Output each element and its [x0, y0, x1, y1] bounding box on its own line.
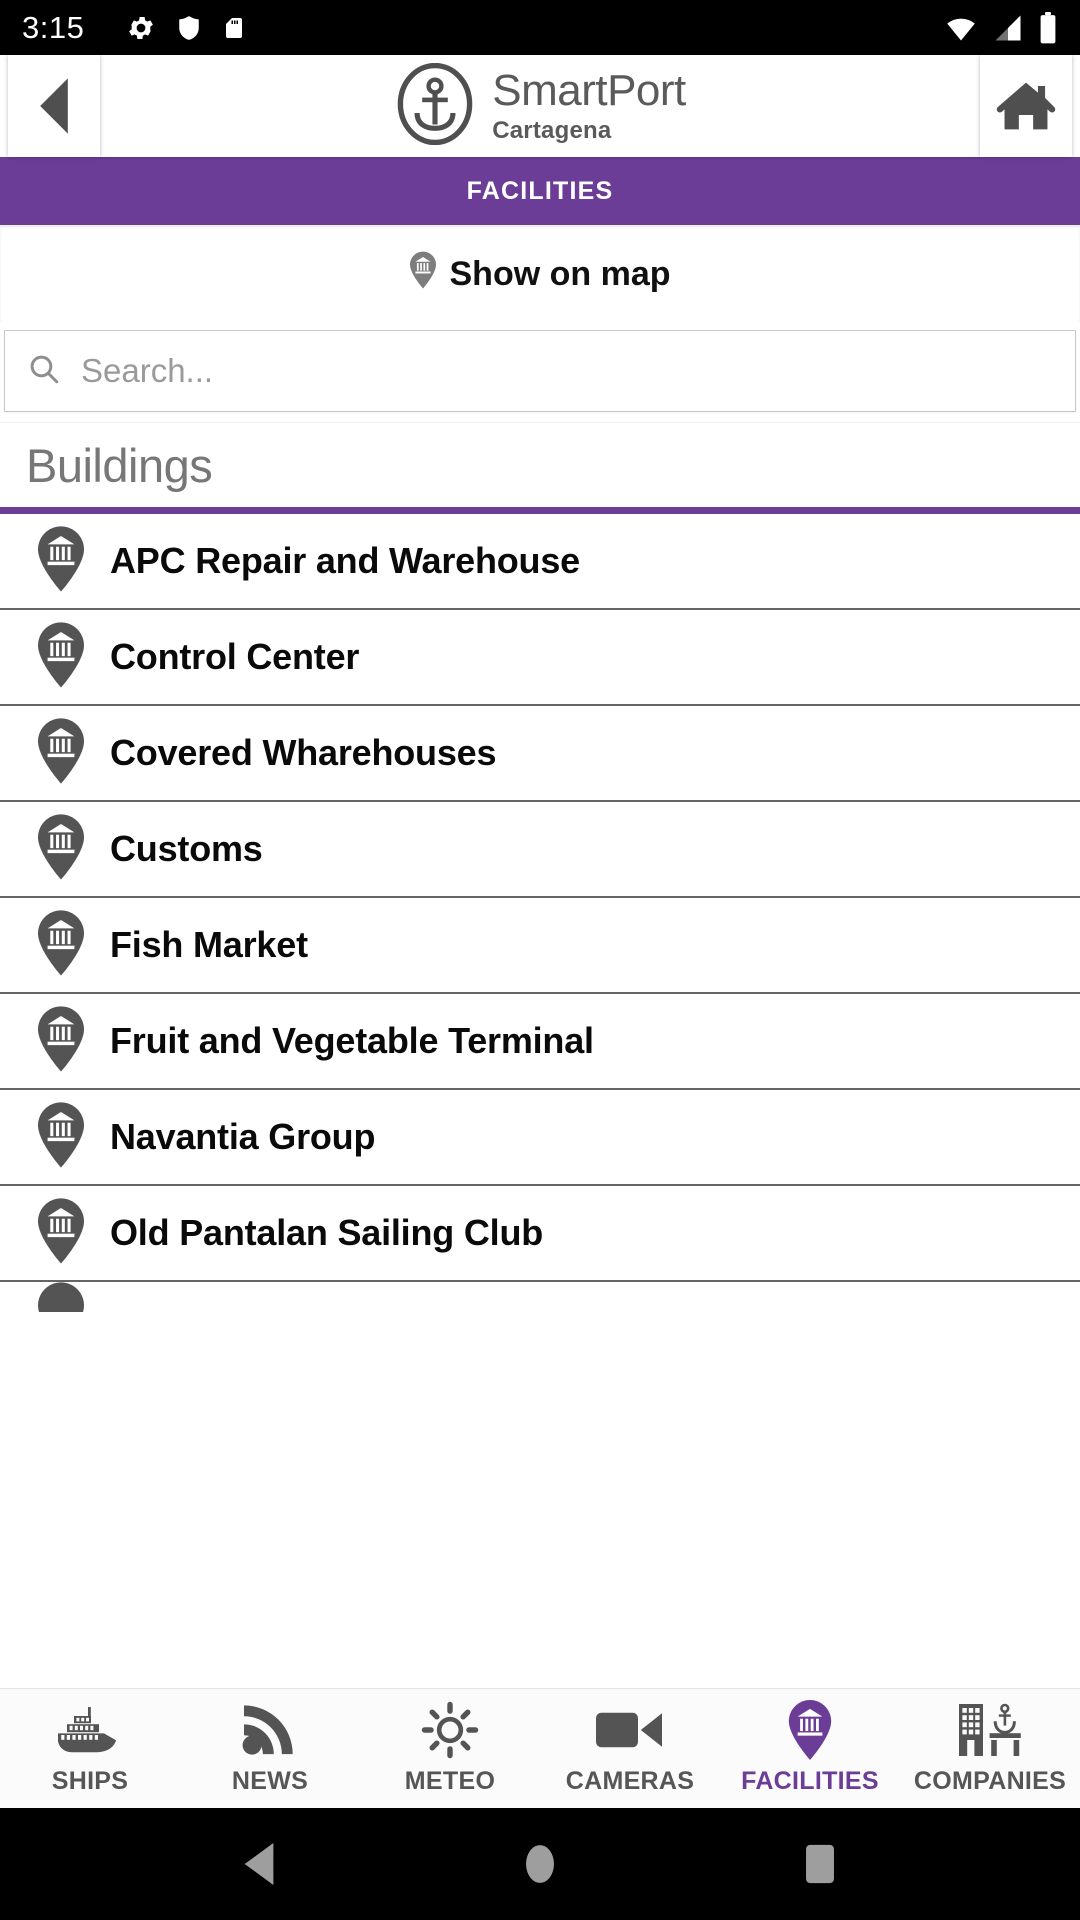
tab-label-companies: COMPANIES [913, 1767, 1067, 1795]
map-pin-building-icon [38, 525, 84, 597]
android-system-nav [0, 1808, 1080, 1920]
search-input[interactable]: Search... [4, 330, 1076, 412]
map-pin-building-icon [38, 813, 84, 885]
list-item[interactable]: Old Pantalan Sailing Club [0, 1186, 1080, 1282]
tab-companies[interactable]: COMPANIES [900, 1689, 1080, 1808]
show-on-map-row[interactable]: Show on map [0, 225, 1080, 322]
list-item-label: Control Center [110, 636, 360, 677]
list-item-partial[interactable] [0, 1282, 1080, 1312]
sd-card-icon [222, 13, 246, 43]
list-item-label: Fish Market [110, 924, 308, 965]
app-subtitle: Cartagena [492, 117, 612, 144]
home-icon [996, 82, 1056, 130]
tab-label-cameras: CAMERAS [565, 1767, 695, 1795]
list-item-label: Customs [110, 828, 263, 869]
sun-icon [420, 1701, 480, 1759]
search-icon [27, 352, 61, 391]
wifi-icon [944, 13, 978, 43]
map-pin-building-icon [38, 717, 84, 789]
tab-facilities[interactable]: FACILITIES [720, 1689, 900, 1808]
app-title: SmartPort [492, 66, 686, 115]
tab-label-facilities: FACILITIES [741, 1767, 879, 1795]
list-item[interactable]: Covered Wharehouses [0, 706, 1080, 802]
gear-icon [126, 13, 156, 43]
shield-icon [176, 13, 202, 43]
map-pin-building-icon [38, 1101, 84, 1173]
back-arrow-icon [40, 78, 68, 134]
map-pin-building-icon [38, 1282, 84, 1312]
facilities-list[interactable]: APC Repair and Warehouse Control Center … [0, 514, 1080, 1688]
tab-cameras[interactable]: CAMERAS [540, 1689, 720, 1808]
tab-label-meteo: METEO [404, 1767, 496, 1795]
tab-ships[interactable]: SHIPS [0, 1689, 180, 1808]
map-pin-building-icon [409, 251, 436, 298]
list-item-label: Navantia Group [110, 1116, 376, 1157]
cellular-signal-icon [992, 13, 1024, 43]
status-bar-left: 3:15 [22, 10, 246, 46]
system-home-button[interactable] [495, 1819, 585, 1909]
home-button[interactable] [980, 55, 1072, 157]
group-accent-rule [0, 507, 1080, 514]
anchor-logo-icon [394, 62, 476, 150]
list-item-label: Old Pantalan Sailing Club [110, 1212, 544, 1253]
map-pin-building-icon [38, 909, 84, 981]
map-pin-building-icon [38, 1197, 84, 1269]
system-home-icon [526, 1845, 554, 1883]
show-on-map-label: Show on map [449, 254, 671, 293]
system-back-icon [244, 1843, 274, 1885]
ship-icon [56, 1701, 124, 1759]
back-button[interactable] [8, 55, 100, 157]
status-bar-right [944, 11, 1058, 44]
list-item[interactable]: APC Repair and Warehouse [0, 514, 1080, 610]
list-item[interactable]: Fruit and Vegetable Terminal [0, 994, 1080, 1090]
show-on-map-button[interactable]: Show on map [409, 251, 671, 298]
search-section: Search... [0, 322, 1080, 422]
app-header: SmartPort Cartagena [0, 55, 1080, 157]
app-root: 3:15 SmartPort Cartagena FACILITIES Show… [0, 0, 1080, 1920]
group-header: Buildings [0, 422, 1080, 507]
battery-icon [1038, 11, 1058, 44]
list-item-label: Fruit and Vegetable Terminal [110, 1020, 594, 1061]
map-pin-building-icon [38, 621, 84, 693]
search-placeholder: Search... [81, 352, 214, 389]
list-item[interactable]: Control Center [0, 610, 1080, 706]
system-back-button[interactable] [215, 1819, 305, 1909]
brand-text: SmartPort Cartagena [492, 69, 686, 143]
list-item-label: APC Repair and Warehouse [110, 540, 580, 581]
bottom-tab-bar: SHIPS NEWS METEO CAMERAS FACILITIES COMP… [0, 1688, 1080, 1808]
system-recents-icon [806, 1844, 834, 1884]
video-camera-icon [596, 1701, 664, 1759]
brand-block: SmartPort Cartagena [100, 55, 980, 157]
list-item[interactable]: Customs [0, 802, 1080, 898]
system-recents-button[interactable] [775, 1819, 865, 1909]
buildings-anchor-icon [958, 1701, 1022, 1759]
android-status-bar: 3:15 [0, 0, 1080, 55]
tab-news[interactable]: NEWS [180, 1689, 360, 1808]
list-item-label: Covered Wharehouses [110, 732, 497, 773]
status-bar-clock: 3:15 [22, 9, 85, 45]
list-item[interactable]: Fish Market [0, 898, 1080, 994]
tab-label-ships: SHIPS [51, 1767, 129, 1795]
section-banner: FACILITIES [0, 157, 1080, 225]
list-item[interactable]: Navantia Group [0, 1090, 1080, 1186]
map-pin-building-icon [788, 1700, 832, 1760]
group-title: Buildings [26, 438, 213, 492]
rss-icon [241, 1701, 299, 1759]
tab-label-news: NEWS [231, 1767, 309, 1795]
map-pin-building-icon [38, 1005, 84, 1077]
tab-meteo[interactable]: METEO [360, 1689, 540, 1808]
section-banner-title: FACILITIES [466, 176, 614, 205]
